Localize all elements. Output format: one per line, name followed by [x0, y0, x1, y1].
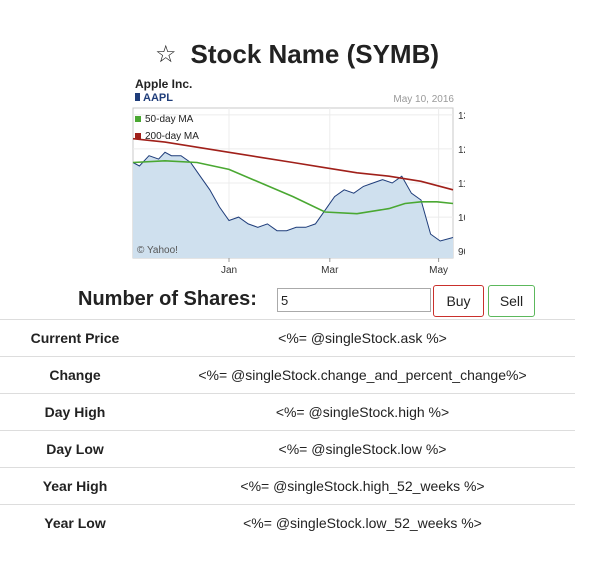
- row-value: <%= @singleStock.low_52_weeks %>: [150, 504, 575, 541]
- shares-label: Number of Shares:: [78, 288, 257, 310]
- row-label: Change: [0, 356, 150, 394]
- symbol-color-marker: [135, 93, 140, 101]
- y-tick-label: 110: [458, 179, 465, 190]
- table-row: Change <%= @singleStock.change_and_perce…: [0, 356, 575, 394]
- row-value: <%= @singleStock.change_and_percent_chan…: [150, 356, 575, 394]
- legend-ma200-label: 200-day MA: [145, 131, 199, 142]
- page-title: Stock Name (SYMB): [190, 38, 440, 69]
- row-label: Current Price: [0, 319, 150, 357]
- row-value: <%= @singleStock.ask %>: [150, 319, 575, 357]
- shares-input[interactable]: [277, 288, 431, 312]
- buy-button[interactable]: Buy: [433, 285, 484, 317]
- chart-company-name: Apple Inc.: [135, 77, 192, 91]
- sell-button[interactable]: Sell: [488, 285, 535, 317]
- row-value: <%= @singleStock.high %>: [150, 393, 575, 431]
- row-label: Year Low: [0, 504, 150, 541]
- star-icon[interactable]: ☆: [155, 40, 177, 68]
- row-value: <%= @singleStock.high_52_weeks %>: [150, 467, 575, 505]
- chart-symbol: AAPL: [143, 92, 173, 104]
- x-tick-label: Jan: [221, 265, 237, 276]
- row-label: Day High: [0, 393, 150, 431]
- shares-row: Number of Shares: Buy Sell: [0, 285, 594, 319]
- chart-date: May 10, 2016: [393, 94, 454, 105]
- x-tick-label: Mar: [321, 265, 339, 276]
- stock-chart: Apple Inc. AAPL May 10, 2016 90 100 110 120…: [130, 74, 465, 284]
- row-value: <%= @singleStock.low %>: [150, 430, 575, 468]
- y-tick-label: 120: [458, 145, 465, 156]
- legend-ma200-swatch: [135, 133, 141, 139]
- table-row: Current Price <%= @singleStock.ask %>: [0, 319, 575, 357]
- stock-info-table: Current Price <%= @singleStock.ask %> Ch…: [0, 319, 575, 541]
- y-tick-label: 90: [458, 247, 465, 258]
- legend-ma50-swatch: [135, 116, 141, 122]
- chart-watermark: © Yahoo!: [137, 245, 178, 256]
- stock-chart-svg: Apple Inc. AAPL May 10, 2016 90 100 110 120…: [132, 77, 465, 276]
- y-tick-label: 130: [458, 111, 465, 122]
- table-row: Day Low <%= @singleStock.low %>: [0, 430, 575, 468]
- legend-ma50-label: 50-day MA: [145, 114, 194, 125]
- row-label: Year High: [0, 467, 150, 505]
- page-header: ☆ Stock Name (SYMB): [0, 36, 594, 72]
- table-row: Year Low <%= @singleStock.low_52_weeks %…: [0, 504, 575, 541]
- x-tick-label: May: [429, 265, 448, 276]
- table-row: Day High <%= @singleStock.high %>: [0, 393, 575, 431]
- y-tick-label: 100: [458, 213, 465, 224]
- row-label: Day Low: [0, 430, 150, 468]
- table-row: Year High <%= @singleStock.high_52_weeks…: [0, 467, 575, 505]
